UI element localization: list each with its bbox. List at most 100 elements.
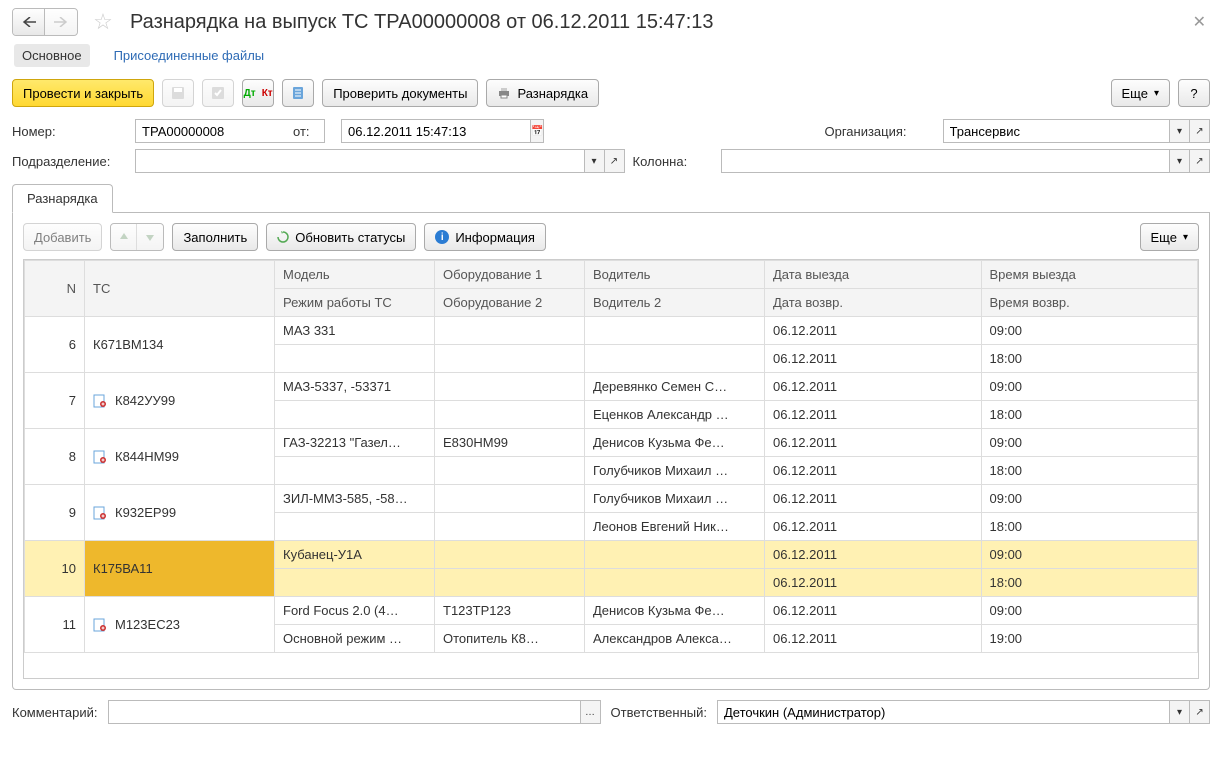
cell-date-out: 06.12.2011 <box>765 541 982 569</box>
table-row[interactable]: 11 М123ЕС23 Ford Focus 2.0 (4… Т123ТР123… <box>25 597 1198 625</box>
cell-ob1 <box>435 485 585 513</box>
open-icon[interactable]: ↗ <box>1190 149 1210 173</box>
col-driver2[interactable]: Водитель 2 <box>585 289 765 317</box>
cell-ob2 <box>435 345 585 373</box>
cell-mode <box>275 513 435 541</box>
cell-date-out: 06.12.2011 <box>765 597 982 625</box>
organization-input[interactable] <box>943 119 1171 143</box>
column-input[interactable] <box>721 149 1171 173</box>
cell-time-out: 09:00 <box>981 373 1198 401</box>
col-ob2[interactable]: Оборудование 2 <box>435 289 585 317</box>
nav-forward-button[interactable] <box>45 9 77 35</box>
more-button[interactable]: Еще ▾ <box>1111 79 1170 107</box>
col-time-ret[interactable]: Время возвр. <box>981 289 1198 317</box>
subtab-raznaryadka[interactable]: Разнарядка <box>12 184 113 213</box>
cell-time-out: 09:00 <box>981 317 1198 345</box>
cell-model: ГАЗ-32213 "Газел… <box>275 429 435 457</box>
cell-mode <box>275 401 435 429</box>
cell-ob1 <box>435 373 585 401</box>
open-icon[interactable]: ↗ <box>1190 119 1210 143</box>
cell-time-out: 09:00 <box>981 485 1198 513</box>
cell-ts: К842УУ99 <box>85 373 275 429</box>
cell-n: 11 <box>25 597 85 653</box>
ellipsis-icon[interactable]: … <box>581 700 601 724</box>
dropdown-icon[interactable]: ▾ <box>1170 119 1190 143</box>
cell-driver2: Голубчиков Михаил … <box>585 457 765 485</box>
check-documents-button[interactable]: Проверить документы <box>322 79 478 107</box>
table-row[interactable]: 8 К844НМ99 ГАЗ-32213 "Газел… Е830НМ99 Де… <box>25 429 1198 457</box>
col-model[interactable]: Модель <box>275 261 435 289</box>
cell-time-ret: 18:00 <box>981 569 1198 597</box>
refresh-icon <box>277 231 289 243</box>
subdivision-input[interactable] <box>135 149 585 173</box>
tab-main[interactable]: Основное <box>14 44 90 67</box>
nav-back-button[interactable] <box>13 9 45 35</box>
save-button[interactable] <box>162 79 194 107</box>
responsible-input[interactable] <box>717 700 1170 724</box>
refresh-statuses-button[interactable]: Обновить статусы <box>266 223 416 251</box>
cell-ob2 <box>435 513 585 541</box>
close-button[interactable]: ✕ <box>1189 8 1210 36</box>
cell-driver: Денисов Кузьма Фе… <box>585 429 765 457</box>
table-row[interactable]: 6 К671ВМ134 МАЗ 331 06.12.2011 09:00 <box>25 317 1198 345</box>
dropdown-icon[interactable]: ▾ <box>1170 700 1190 724</box>
calendar-icon[interactable]: 📅 <box>531 119 544 143</box>
col-time-out[interactable]: Время выезда <box>981 261 1198 289</box>
open-icon[interactable]: ↗ <box>605 149 625 173</box>
cell-ts: К844НМ99 <box>85 429 275 485</box>
dropdown-icon[interactable]: ▾ <box>1170 149 1190 173</box>
move-up-button[interactable] <box>111 224 137 250</box>
cell-driver <box>585 317 765 345</box>
open-icon[interactable]: ↗ <box>1190 700 1210 724</box>
cell-date-out: 06.12.2011 <box>765 429 982 457</box>
comment-input[interactable] <box>108 700 581 724</box>
chevron-down-icon: ▾ <box>1154 88 1159 99</box>
cell-date-ret: 06.12.2011 <box>765 625 982 653</box>
post-button[interactable] <box>202 79 234 107</box>
cell-ob1 <box>435 317 585 345</box>
cell-driver: Голубчиков Михаил … <box>585 485 765 513</box>
col-date-out[interactable]: Дата выезда <box>765 261 982 289</box>
tab-attached-files[interactable]: Присоединенные файлы <box>106 44 273 67</box>
cell-model: МАЗ 331 <box>275 317 435 345</box>
vehicles-table[interactable]: N ТС Модель Оборудование 1 Водитель Дата… <box>23 259 1199 679</box>
date-input[interactable] <box>341 119 531 143</box>
table-row[interactable]: 9 К932ЕР99 ЗИЛ-ММЗ-585, -58… Голубчиков … <box>25 485 1198 513</box>
col-ob1[interactable]: Оборудование 1 <box>435 261 585 289</box>
table-more-button[interactable]: Еще ▾ <box>1140 223 1199 251</box>
cell-time-ret: 18:00 <box>981 513 1198 541</box>
information-button[interactable]: iИнформация <box>424 223 546 251</box>
label-subdivision: Подразделение: <box>12 154 127 169</box>
table-row[interactable]: 7 К842УУ99 МАЗ-5337, -53371 Деревянко Се… <box>25 373 1198 401</box>
col-n[interactable]: N <box>25 261 85 317</box>
cell-driver: Денисов Кузьма Фе… <box>585 597 765 625</box>
cell-driver2: Леонов Евгений Ник… <box>585 513 765 541</box>
cell-time-out: 09:00 <box>981 597 1198 625</box>
nav-arrows <box>12 8 78 36</box>
table-row[interactable]: 10 К175ВА11 Кубанец-У1А 06.12.2011 09:00 <box>25 541 1198 569</box>
favorite-star-icon[interactable]: ☆ <box>90 9 116 35</box>
help-button[interactable]: ? <box>1178 79 1210 107</box>
add-row-button[interactable]: Добавить <box>23 223 102 251</box>
post-and-close-button[interactable]: Провести и закрыть <box>12 79 154 107</box>
cell-n: 6 <box>25 317 85 373</box>
cell-ts: К932ЕР99 <box>85 485 275 541</box>
cell-time-ret: 19:00 <box>981 625 1198 653</box>
dropdown-icon[interactable]: ▾ <box>585 149 605 173</box>
col-driver[interactable]: Водитель <box>585 261 765 289</box>
cell-ob2: Отопитель К8… <box>435 625 585 653</box>
label-column: Колонна: <box>633 154 713 169</box>
print-raznaryadka-button[interactable]: Разнарядка <box>486 79 599 107</box>
col-mode[interactable]: Режим работы ТС <box>275 289 435 317</box>
structure-button[interactable] <box>282 79 314 107</box>
fill-button[interactable]: Заполнить <box>172 223 258 251</box>
col-date-ret[interactable]: Дата возвр. <box>765 289 982 317</box>
cell-ob1: Т123ТР123 <box>435 597 585 625</box>
move-down-button[interactable] <box>137 224 163 250</box>
cell-mode <box>275 345 435 373</box>
cell-mode <box>275 569 435 597</box>
label-comment: Комментарий: <box>12 705 98 720</box>
cell-ts: К175ВА11 <box>85 541 275 597</box>
col-ts[interactable]: ТС <box>85 261 275 317</box>
dtkt-button[interactable]: ДтКт <box>242 79 274 107</box>
